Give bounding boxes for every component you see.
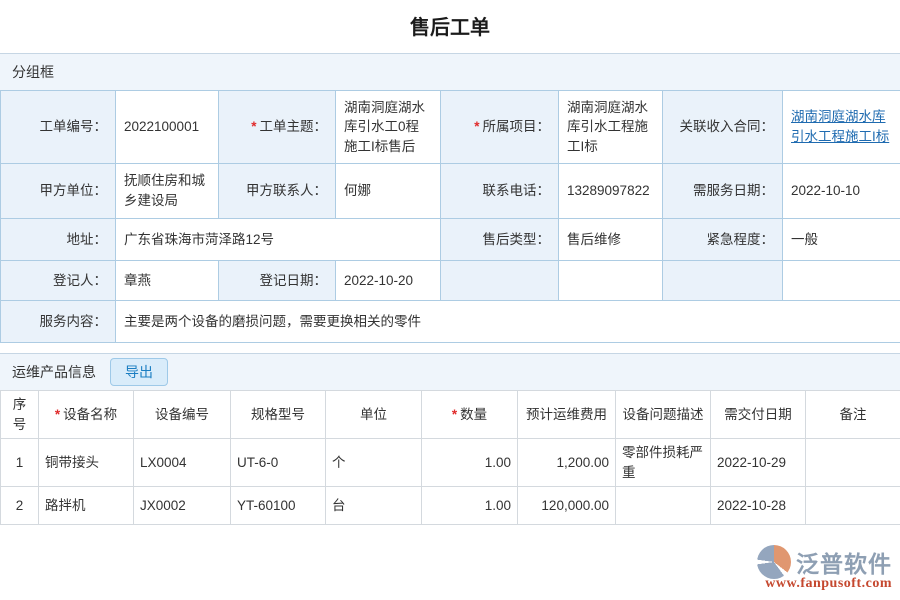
empty-value-cell [559,261,663,301]
order-no-value: 2022100001 [116,91,219,164]
cell-qty: 1.00 [422,487,518,525]
cell-cost: 120,000.00 [518,487,616,525]
cell-seq: 2 [1,487,39,525]
cell-unit: 台 [326,487,422,525]
products-section-title: 运维产品信息 [12,362,96,382]
urgency-value: 一般 [783,219,900,261]
col-qty: *数量 [422,391,518,439]
group-box-label: 分组框 [12,62,54,82]
income-contract-link[interactable]: 湖南洞庭湖水库引水工程施工I标 [791,109,889,144]
brand-name: 泛普软件 [796,545,892,579]
cell-device-name: 铜带接头 [39,439,134,487]
required-asterisk: * [55,407,60,422]
cell-due-date: 2022-10-29 [711,439,806,487]
col-seq: 序号 [1,391,39,439]
col-device-code: 设备编号 [134,391,231,439]
export-button[interactable]: 导出 [110,358,168,386]
order-no-label: 工单编号： [1,91,116,164]
required-asterisk: * [474,119,479,134]
col-model: 规格型号 [231,391,326,439]
col-cost: 预计运维费用 [518,391,616,439]
work-order-form: 工单编号： 2022100001 *工单主题： 湖南洞庭湖水库引水工0程施工I标… [0,90,900,343]
cell-device-code: JX0002 [134,487,231,525]
income-contract-label: 关联收入合同： [663,91,783,164]
cell-unit: 个 [326,439,422,487]
col-note: 备注 [806,391,900,439]
address-label: 地址： [1,219,116,261]
party-a-contact-label: 甲方联系人： [219,164,336,219]
project-value: 湖南洞庭湖水库引水工程施工I标 [559,91,663,164]
cell-note [806,439,900,487]
cell-device-name: 路拌机 [39,487,134,525]
urgency-label: 紧急程度： [663,219,783,261]
party-a-contact-value: 何娜 [336,164,441,219]
address-value: 广东省珠海市菏泽路12号 [116,219,441,261]
project-label: *所属项目： [441,91,559,164]
required-asterisk: * [251,119,256,134]
registrant-value: 章燕 [116,261,219,301]
fanpu-logo-icon [757,545,791,579]
products-section-header: 运维产品信息 导出 [0,353,900,390]
cell-due-date: 2022-10-28 [711,487,806,525]
phone-value: 13289097822 [559,164,663,219]
form-row-5: 服务内容： 主要是两个设备的磨损问题，需要更换相关的零件 [1,301,900,343]
cell-cost: 1,200.00 [518,439,616,487]
cell-model: YT-60100 [231,487,326,525]
products-header-row: 序号 *设备名称 设备编号 规格型号 单位 *数量 预计运维费用 设备问题描述 … [1,391,900,439]
cell-note [806,487,900,525]
cell-device-code: LX0004 [134,439,231,487]
service-content-label: 服务内容： [1,301,116,343]
cell-model: UT-6-0 [231,439,326,487]
required-asterisk: * [452,407,457,422]
aftersales-type-label: 售后类型： [441,219,559,261]
table-row: 1 铜带接头 LX0004 UT-6-0 个 1.00 1,200.00 零部件… [1,439,900,487]
cell-qty: 1.00 [422,439,518,487]
cell-issue: 零部件损耗严重 [616,439,711,487]
empty-label-cell [441,261,559,301]
registrant-label: 登记人： [1,261,116,301]
brand-url: www.fanpusoft.com [757,576,892,592]
page-title: 售后工单 [0,0,900,53]
empty-value-cell [783,261,900,301]
cell-seq: 1 [1,439,39,487]
products-table: 序号 *设备名称 设备编号 规格型号 单位 *数量 预计运维费用 设备问题描述 … [0,390,900,525]
income-contract-cell: 湖南洞庭湖水库引水工程施工I标 [783,91,900,164]
empty-label-cell [663,261,783,301]
col-device-name: *设备名称 [39,391,134,439]
cell-issue [616,487,711,525]
form-row-4: 登记人： 章燕 登记日期： 2022-10-20 [1,261,900,301]
table-row: 2 路拌机 JX0002 YT-60100 台 1.00 120,000.00 … [1,487,900,525]
form-row-3: 地址： 广东省珠海市菏泽路12号 售后类型： 售后维修 紧急程度： 一般 [1,219,900,261]
register-date-value: 2022-10-20 [336,261,441,301]
service-date-value: 2022-10-10 [783,164,900,219]
service-date-label: 需服务日期： [663,164,783,219]
col-due-date: 需交付日期 [711,391,806,439]
form-row-2: 甲方单位： 抚顺住房和城乡建设局 甲方联系人： 何娜 联系电话： 1328909… [1,164,900,219]
aftersales-type-value: 售后维修 [559,219,663,261]
subject-value: 湖南洞庭湖水库引水工0程施工I标售后 [336,91,441,164]
col-issue: 设备问题描述 [616,391,711,439]
register-date-label: 登记日期： [219,261,336,301]
group-box-header: 分组框 [0,53,900,90]
party-a-unit-value: 抚顺住房和城乡建设局 [116,164,219,219]
phone-label: 联系电话： [441,164,559,219]
subject-label: *工单主题： [219,91,336,164]
service-content-value: 主要是两个设备的磨损问题，需要更换相关的零件 [116,301,900,343]
form-row-1: 工单编号： 2022100001 *工单主题： 湖南洞庭湖水库引水工0程施工I标… [1,91,900,164]
footer-brand: 泛普软件 www.fanpusoft.com [757,545,892,592]
col-unit: 单位 [326,391,422,439]
party-a-unit-label: 甲方单位： [1,164,116,219]
